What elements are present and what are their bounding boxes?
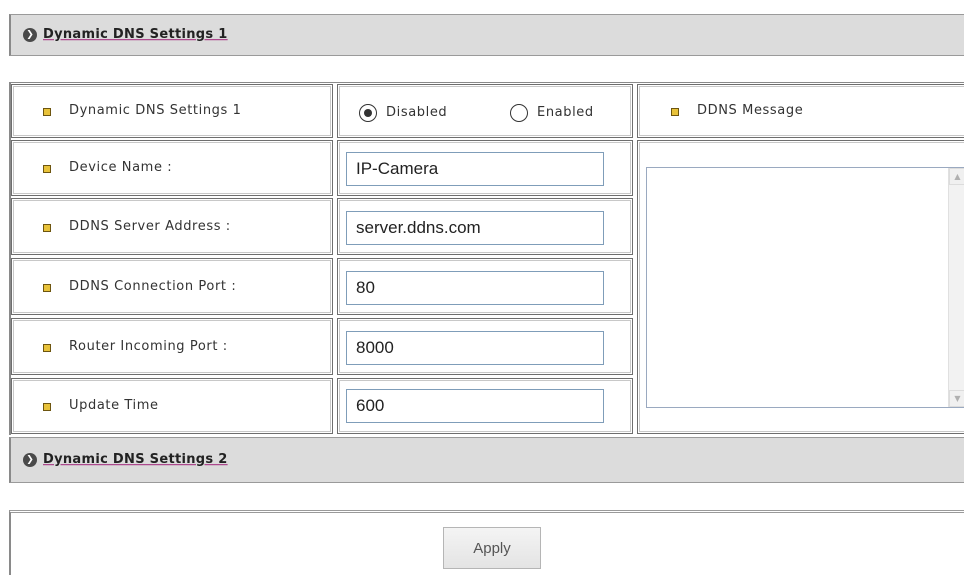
right-arrow-icon: ❯ xyxy=(23,453,37,467)
update-time-label: Update Time xyxy=(69,398,159,413)
device-name-input[interactable] xyxy=(346,152,604,186)
router-port-label: Router Incoming Port : xyxy=(69,339,228,354)
section-title-ddns-2[interactable]: Dynamic DNS Settings 2 xyxy=(43,452,228,467)
ddns-message-textarea[interactable]: ▲ ▼ xyxy=(646,167,964,408)
enabled-radio[interactable] xyxy=(510,104,528,122)
device-name-label-cell: Device Name : xyxy=(11,140,333,196)
square-bullet-icon xyxy=(671,108,679,116)
section-header-ddns-1[interactable]: ❯ Dynamic DNS Settings 1 xyxy=(9,14,964,56)
radio-selected-dot xyxy=(364,109,372,117)
message-scrollbar[interactable]: ▲ ▼ xyxy=(948,168,964,407)
connection-port-input-cell xyxy=(337,258,633,315)
square-bullet-icon xyxy=(43,403,51,411)
right-arrow-icon: ❯ xyxy=(23,28,37,42)
disabled-radio[interactable] xyxy=(359,104,377,122)
router-port-input-cell xyxy=(337,318,633,375)
square-bullet-icon xyxy=(43,344,51,352)
device-name-label: Device Name : xyxy=(69,160,173,175)
scroll-down-icon[interactable]: ▼ xyxy=(949,390,964,407)
square-bullet-icon xyxy=(43,108,51,116)
mode-label-cell: Dynamic DNS Settings 1 xyxy=(11,84,333,138)
ddns-message-label: DDNS Message xyxy=(697,103,804,118)
apply-button[interactable]: Apply xyxy=(443,527,541,569)
server-address-label: DDNS Server Address : xyxy=(69,219,231,234)
connection-port-label: DDNS Connection Port : xyxy=(69,279,237,294)
disabled-radio-label[interactable]: Disabled xyxy=(386,105,447,120)
mode-radio-cell: Disabled Enabled xyxy=(337,84,633,138)
ddns-message-label-cell: DDNS Message xyxy=(637,84,964,138)
enabled-radio-label[interactable]: Enabled xyxy=(537,105,594,120)
square-bullet-icon xyxy=(43,224,51,232)
mode-label: Dynamic DNS Settings 1 xyxy=(69,103,242,118)
square-bullet-icon xyxy=(43,284,51,292)
device-name-input-cell xyxy=(337,140,633,196)
section-header-ddns-2[interactable]: ❯ Dynamic DNS Settings 2 xyxy=(9,437,964,483)
connection-port-label-cell: DDNS Connection Port : xyxy=(11,258,333,315)
square-bullet-icon xyxy=(43,165,51,173)
connection-port-input[interactable] xyxy=(346,271,604,305)
section-title-ddns-1[interactable]: Dynamic DNS Settings 1 xyxy=(43,27,228,42)
scroll-up-icon[interactable]: ▲ xyxy=(949,168,964,185)
server-address-input-cell xyxy=(337,198,633,255)
update-time-label-cell: Update Time xyxy=(11,378,333,434)
server-address-input[interactable] xyxy=(346,211,604,245)
server-address-label-cell: DDNS Server Address : xyxy=(11,198,333,255)
router-port-input[interactable] xyxy=(346,331,604,365)
update-time-input-cell xyxy=(337,378,633,434)
router-port-label-cell: Router Incoming Port : xyxy=(11,318,333,375)
ddns-message-cell: ▲ ▼ xyxy=(637,140,964,434)
update-time-input[interactable] xyxy=(346,389,604,423)
